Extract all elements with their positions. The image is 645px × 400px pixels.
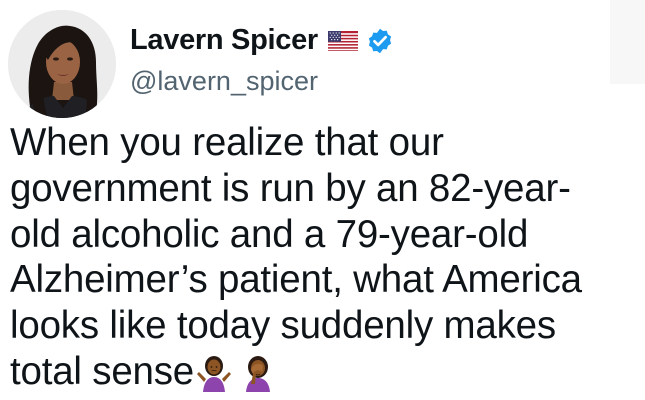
- corner-panel: [610, 0, 645, 84]
- tweet-text-line: old alcoholic and a 79-year-old: [10, 212, 529, 256]
- tweet-text: When you realize that our government is …: [10, 120, 640, 395]
- us-flag-icon: [327, 30, 358, 51]
- author-handle[interactable]: @lavern_spicer: [130, 66, 318, 97]
- verified-badge-icon: [368, 28, 392, 53]
- person-shrugging-icon: [197, 355, 232, 392]
- person-facepalming-icon: [246, 355, 271, 392]
- avatar[interactable]: [8, 10, 116, 118]
- tweet-text-line: government is run by an 82-year-: [10, 166, 571, 210]
- tweet-card: Lavern Spicer @lavern_spicer When you re…: [0, 0, 645, 400]
- tweet-text-line: looks like today suddenly makes: [10, 304, 556, 348]
- tweet-text-line: When you realize that our: [10, 121, 444, 164]
- tweet-text-line: Alzheimer’s patient, what America: [10, 258, 582, 302]
- author-display-name[interactable]: Lavern Spicer: [130, 24, 318, 57]
- avatar-photo: [8, 10, 116, 118]
- tweet-text-line: total sense: [10, 349, 195, 393]
- author-name-row: Lavern Spicer: [130, 24, 394, 57]
- tweet-text-last-line: total sense: [10, 349, 640, 395]
